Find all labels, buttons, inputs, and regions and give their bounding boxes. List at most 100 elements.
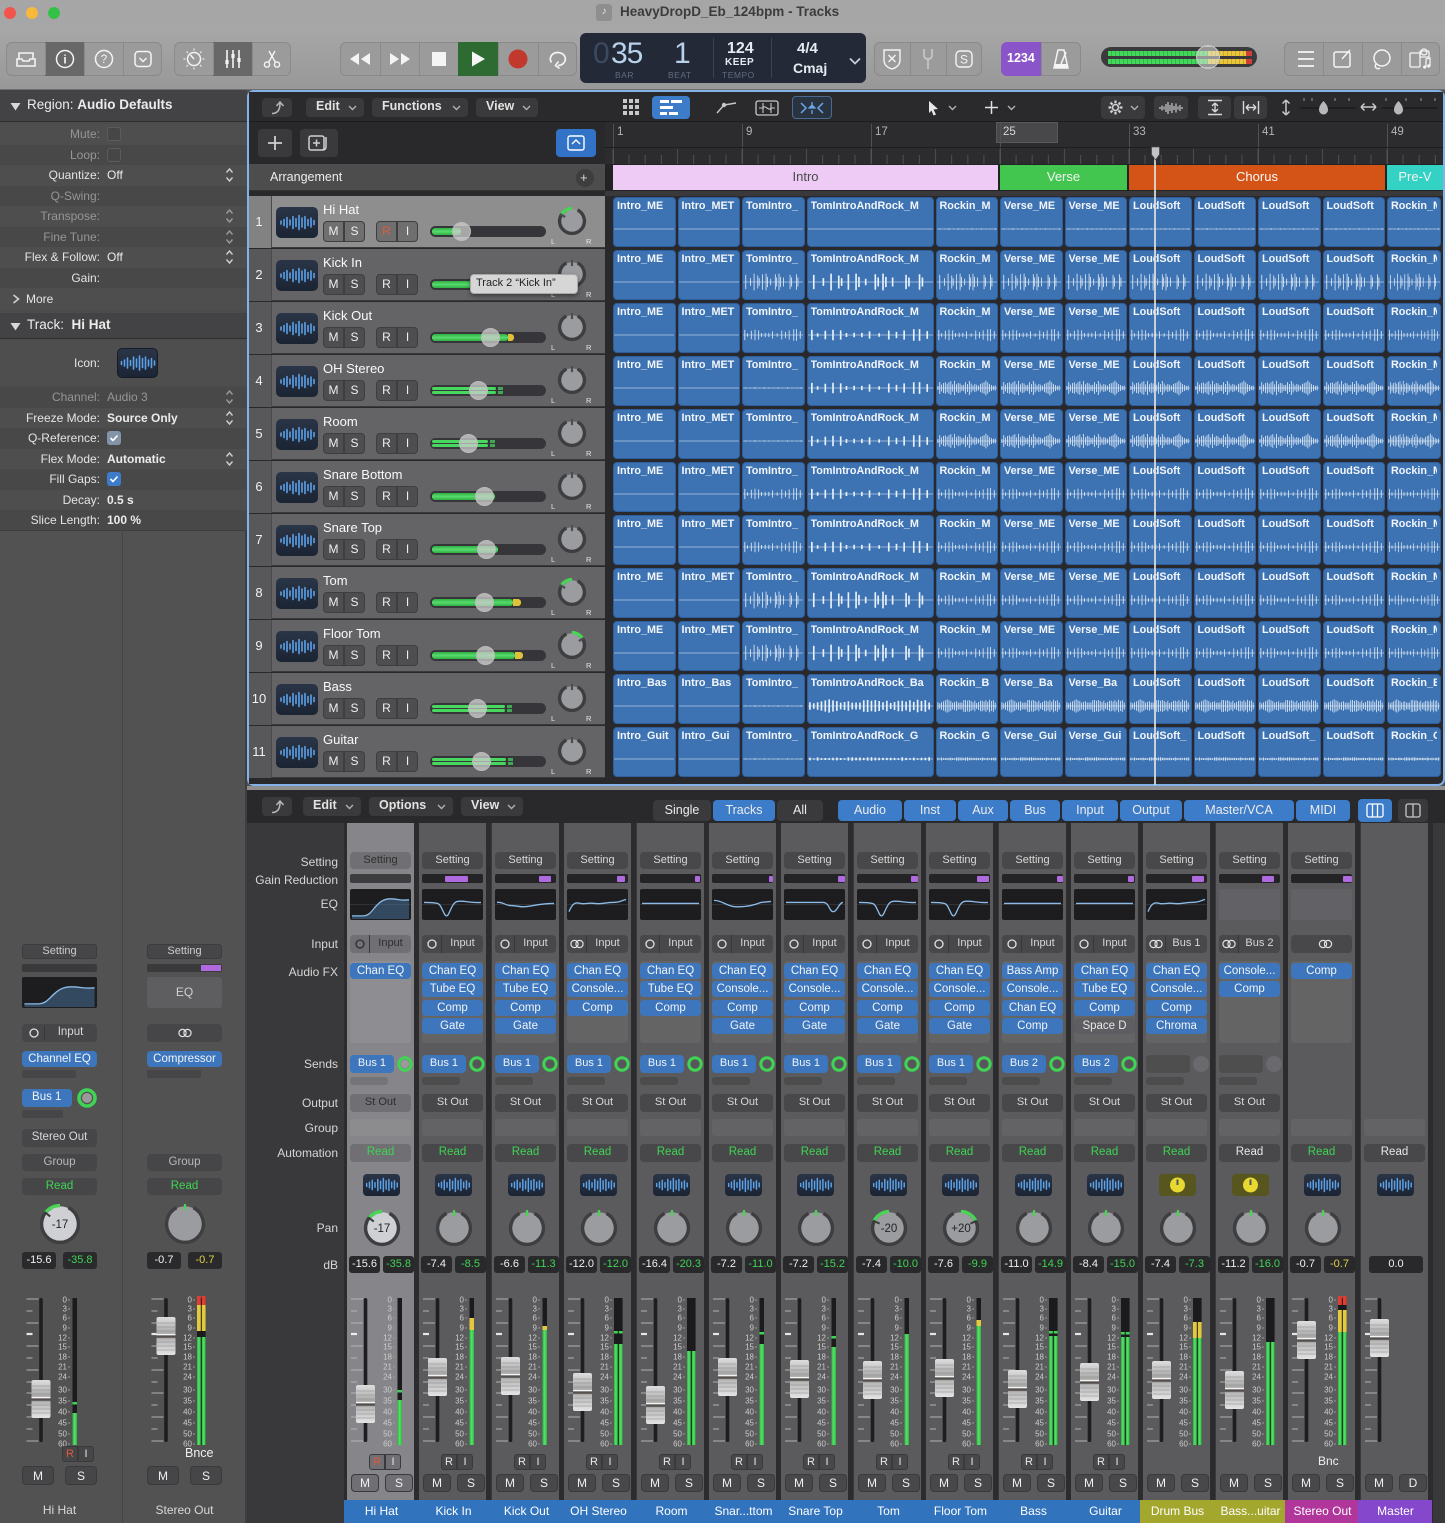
svg-text:6: 6 bbox=[1184, 1314, 1189, 1323]
svg-text:6: 6 bbox=[1040, 1314, 1045, 1323]
svg-text:35: 35 bbox=[962, 1397, 971, 1406]
svg-text:18: 18 bbox=[1324, 1353, 1333, 1362]
svg-text:9: 9 bbox=[678, 1324, 683, 1333]
svg-text:21: 21 bbox=[183, 1363, 192, 1372]
svg-text:24: 24 bbox=[673, 1373, 682, 1382]
svg-text:45: 45 bbox=[890, 1419, 899, 1428]
svg-text:0: 0 bbox=[1329, 1296, 1334, 1305]
svg-text:0: 0 bbox=[678, 1296, 683, 1305]
svg-text:12: 12 bbox=[1035, 1334, 1044, 1343]
svg-text:40: 40 bbox=[817, 1408, 826, 1417]
svg-text:35: 35 bbox=[890, 1397, 899, 1406]
svg-text:45: 45 bbox=[183, 1419, 192, 1428]
svg-text:30: 30 bbox=[183, 1386, 192, 1395]
svg-text:45: 45 bbox=[1107, 1419, 1116, 1428]
svg-text:35: 35 bbox=[673, 1397, 682, 1406]
svg-text:21: 21 bbox=[1179, 1363, 1188, 1372]
svg-text:50: 50 bbox=[58, 1430, 67, 1439]
svg-text:18: 18 bbox=[1179, 1353, 1188, 1362]
svg-text:40: 40 bbox=[455, 1408, 464, 1417]
svg-text:60: 60 bbox=[1324, 1440, 1333, 1449]
svg-text:12: 12 bbox=[817, 1334, 826, 1343]
svg-text:60: 60 bbox=[600, 1440, 609, 1449]
svg-text:45: 45 bbox=[528, 1419, 537, 1428]
svg-text:9: 9 bbox=[822, 1324, 827, 1333]
svg-text:60: 60 bbox=[962, 1440, 971, 1449]
svg-text:35: 35 bbox=[745, 1397, 754, 1406]
svg-text:40: 40 bbox=[1179, 1408, 1188, 1417]
svg-text:3: 3 bbox=[1112, 1305, 1117, 1314]
svg-text:60: 60 bbox=[890, 1440, 899, 1449]
svg-text:35: 35 bbox=[58, 1397, 67, 1406]
svg-text:50: 50 bbox=[383, 1430, 392, 1439]
svg-text:40: 40 bbox=[673, 1408, 682, 1417]
svg-text:3: 3 bbox=[388, 1305, 393, 1314]
svg-text:50: 50 bbox=[673, 1430, 682, 1439]
svg-text:21: 21 bbox=[817, 1363, 826, 1372]
svg-text:+20: +20 bbox=[951, 1223, 971, 1235]
svg-text:24: 24 bbox=[890, 1373, 899, 1382]
svg-text:12: 12 bbox=[183, 1334, 192, 1343]
svg-text:6: 6 bbox=[1257, 1314, 1262, 1323]
svg-text:12: 12 bbox=[1107, 1334, 1116, 1343]
svg-text:40: 40 bbox=[1252, 1408, 1261, 1417]
svg-text:21: 21 bbox=[455, 1363, 464, 1372]
svg-text:12: 12 bbox=[1252, 1334, 1261, 1343]
svg-text:15: 15 bbox=[817, 1343, 826, 1352]
svg-text:12: 12 bbox=[745, 1334, 754, 1343]
svg-text:?: ? bbox=[100, 54, 106, 66]
svg-text:60: 60 bbox=[1035, 1440, 1044, 1449]
svg-text:40: 40 bbox=[528, 1408, 537, 1417]
svg-text:50: 50 bbox=[528, 1430, 537, 1439]
svg-text:24: 24 bbox=[745, 1373, 754, 1382]
svg-text:60: 60 bbox=[1107, 1440, 1116, 1449]
svg-text:9: 9 bbox=[967, 1324, 972, 1333]
svg-text:24: 24 bbox=[528, 1373, 537, 1382]
svg-text:18: 18 bbox=[383, 1353, 392, 1362]
svg-text:30: 30 bbox=[383, 1386, 392, 1395]
svg-text:3: 3 bbox=[63, 1305, 68, 1314]
svg-text:45: 45 bbox=[58, 1419, 67, 1428]
svg-text:40: 40 bbox=[1107, 1408, 1116, 1417]
svg-text:18: 18 bbox=[1035, 1353, 1044, 1362]
svg-text:50: 50 bbox=[600, 1430, 609, 1439]
svg-text:24: 24 bbox=[1107, 1373, 1116, 1382]
svg-text:15: 15 bbox=[383, 1343, 392, 1352]
svg-text:21: 21 bbox=[1035, 1363, 1044, 1372]
svg-text:15: 15 bbox=[58, 1343, 67, 1352]
svg-text:9: 9 bbox=[1112, 1324, 1117, 1333]
svg-text:21: 21 bbox=[600, 1363, 609, 1372]
svg-text:12: 12 bbox=[673, 1334, 682, 1343]
svg-text:3: 3 bbox=[822, 1305, 827, 1314]
svg-text:24: 24 bbox=[600, 1373, 609, 1382]
svg-text:15: 15 bbox=[183, 1343, 192, 1352]
svg-text:9: 9 bbox=[1040, 1324, 1045, 1333]
svg-text:21: 21 bbox=[673, 1363, 682, 1372]
svg-text:18: 18 bbox=[1252, 1353, 1261, 1362]
svg-text:35: 35 bbox=[183, 1397, 192, 1406]
svg-text:24: 24 bbox=[1324, 1373, 1333, 1382]
svg-text:18: 18 bbox=[1107, 1353, 1116, 1362]
svg-text:6: 6 bbox=[967, 1314, 972, 1323]
svg-text:24: 24 bbox=[1035, 1373, 1044, 1382]
svg-text:12: 12 bbox=[383, 1334, 392, 1343]
svg-text:18: 18 bbox=[745, 1353, 754, 1362]
svg-text:0: 0 bbox=[460, 1296, 465, 1305]
svg-text:21: 21 bbox=[890, 1363, 899, 1372]
svg-text:0: 0 bbox=[1112, 1296, 1117, 1305]
svg-text:18: 18 bbox=[962, 1353, 971, 1362]
svg-text:30: 30 bbox=[1107, 1386, 1116, 1395]
svg-text:6: 6 bbox=[533, 1314, 538, 1323]
svg-text:3: 3 bbox=[533, 1305, 538, 1314]
svg-text:21: 21 bbox=[1324, 1363, 1333, 1372]
svg-text:3: 3 bbox=[1257, 1305, 1262, 1314]
svg-text:30: 30 bbox=[58, 1386, 67, 1395]
svg-text:40: 40 bbox=[745, 1408, 754, 1417]
svg-text:24: 24 bbox=[383, 1373, 392, 1382]
svg-text:0: 0 bbox=[895, 1296, 900, 1305]
svg-text:9: 9 bbox=[895, 1324, 900, 1333]
svg-text:60: 60 bbox=[817, 1440, 826, 1449]
svg-text:40: 40 bbox=[58, 1408, 67, 1417]
svg-text:6: 6 bbox=[1329, 1314, 1334, 1323]
svg-text:60: 60 bbox=[1179, 1440, 1188, 1449]
